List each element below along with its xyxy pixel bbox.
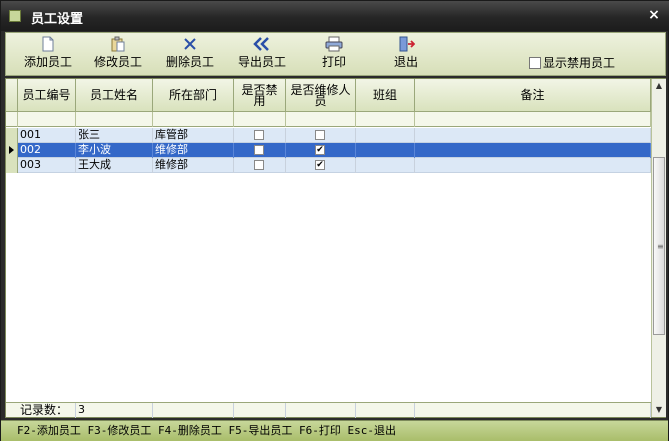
cell-note[interactable]	[415, 143, 651, 158]
current-row-arrow-icon	[9, 146, 14, 154]
show-disabled-toggle[interactable]: 显示禁用员工	[529, 55, 615, 71]
disabled-checkbox[interactable]	[254, 160, 264, 170]
cell-department[interactable]: 维修部	[153, 158, 234, 173]
cell-is-repair[interactable]: ✔	[286, 143, 356, 158]
cell-disabled[interactable]	[234, 143, 286, 158]
cell-team[interactable]	[356, 128, 415, 143]
cell-employee-id[interactable]: 002	[18, 143, 76, 158]
employee-grid: 员工编号 员工姓名 所在部门 是否禁用 是否维修人员 班组 备注 001 张三 …	[5, 78, 666, 418]
cell-disabled[interactable]	[234, 158, 286, 173]
filter-note[interactable]	[415, 112, 651, 127]
cell-team[interactable]	[356, 158, 415, 173]
disabled-checkbox[interactable]	[254, 130, 264, 140]
grid-footer: 记录数： 3	[6, 402, 651, 418]
export-arrows-icon	[234, 36, 290, 54]
close-button[interactable]: ×	[646, 7, 662, 23]
record-count-label: 记录数：	[18, 403, 76, 418]
row-indicator[interactable]	[6, 158, 18, 173]
vertical-scrollbar[interactable]: ▲ ≡ ▼	[651, 79, 666, 417]
cell-employee-id[interactable]: 001	[18, 128, 76, 143]
exit-button[interactable]: 退出	[384, 36, 428, 74]
add-employee-label: 添加员工	[23, 55, 72, 69]
footer-cell	[234, 403, 286, 418]
shortcut-status-bar: F2-添加员工 F3-修改员工 F4-删除员工 F5-导出员工 F6-打印 Es…	[1, 420, 668, 441]
delete-employee-button[interactable]: 删除员工	[162, 36, 218, 74]
col-is-repair[interactable]: 是否维修人员	[286, 79, 356, 112]
employee-settings-window: 员工设置 × 添加员工 修改员工 删除员工 导出员工 打印 退出 显示禁用员工 …	[0, 0, 669, 441]
footer-cell	[153, 403, 234, 418]
col-department[interactable]: 所在部门	[153, 79, 234, 112]
grid-header: 员工编号 员工姓名 所在部门 是否禁用 是否维修人员 班组 备注	[6, 79, 651, 112]
filter-repair[interactable]	[286, 112, 356, 127]
footer-cell	[415, 403, 651, 418]
edit-clipboard-icon	[90, 36, 146, 54]
window-title: 员工设置	[31, 12, 84, 27]
filter-dept[interactable]	[153, 112, 234, 127]
export-employee-label: 导出员工	[237, 55, 286, 69]
filter-row[interactable]	[6, 112, 651, 127]
footer-cell	[356, 403, 415, 418]
app-icon	[9, 10, 21, 22]
cell-note[interactable]	[415, 128, 651, 143]
cell-note[interactable]	[415, 158, 651, 173]
col-employee-id[interactable]: 员工编号	[18, 79, 76, 112]
repair-checkbox[interactable]	[315, 130, 325, 140]
scroll-up-icon[interactable]: ▲	[652, 79, 666, 93]
cell-is-repair[interactable]: ✔	[286, 158, 356, 173]
table-row[interactable]: 001 张三 库管部	[6, 128, 651, 143]
table-row-selected[interactable]: 002 李小波 维修部 ✔	[6, 143, 651, 158]
col-disabled[interactable]: 是否禁用	[234, 79, 286, 112]
filter-name[interactable]	[76, 112, 153, 127]
printer-icon	[312, 36, 356, 54]
footer-cell	[286, 403, 356, 418]
cell-is-repair[interactable]	[286, 128, 356, 143]
col-team[interactable]: 班组	[356, 79, 415, 112]
row-indicator[interactable]	[6, 143, 18, 158]
filter-team[interactable]	[356, 112, 415, 127]
add-employee-button[interactable]: 添加员工	[20, 36, 76, 74]
print-label: 打印	[321, 55, 346, 69]
title-bar[interactable]: 员工设置 ×	[1, 1, 669, 31]
exit-door-icon	[384, 36, 428, 54]
scroll-down-icon[interactable]: ▼	[652, 403, 666, 417]
export-employee-button[interactable]: 导出员工	[234, 36, 290, 74]
filter-id[interactable]	[18, 112, 76, 127]
show-disabled-checkbox[interactable]	[529, 57, 541, 69]
cell-team[interactable]	[356, 143, 415, 158]
cell-department[interactable]: 库管部	[153, 128, 234, 143]
col-note[interactable]: 备注	[415, 79, 651, 112]
filter-disabled[interactable]	[234, 112, 286, 127]
grip-icon: ≡	[657, 242, 664, 251]
cell-disabled[interactable]	[234, 128, 286, 143]
print-button[interactable]: 打印	[312, 36, 356, 74]
edit-employee-button[interactable]: 修改员工	[90, 36, 146, 74]
show-disabled-label: 显示禁用员工	[543, 56, 616, 70]
header-indicator	[6, 79, 18, 112]
row-indicator[interactable]	[6, 128, 18, 143]
toolbar: 添加员工 修改员工 删除员工 导出员工 打印 退出 显示禁用员工	[5, 32, 666, 76]
cell-employee-id[interactable]: 003	[18, 158, 76, 173]
cell-employee-name[interactable]: 张三	[76, 128, 153, 143]
exit-label: 退出	[393, 55, 418, 69]
col-employee-name[interactable]: 员工姓名	[76, 79, 153, 112]
disabled-checkbox[interactable]	[254, 145, 264, 155]
repair-checkbox-checked[interactable]: ✔	[315, 145, 325, 155]
record-count-value: 3	[76, 403, 153, 418]
cell-employee-name[interactable]: 王大成	[76, 158, 153, 173]
filter-indicator	[6, 112, 18, 127]
cell-department[interactable]: 维修部	[153, 143, 234, 158]
cell-employee-name[interactable]: 李小波	[76, 143, 153, 158]
table-row[interactable]: 003 王大成 维修部 ✔	[6, 158, 651, 173]
scroll-thumb[interactable]: ≡	[653, 157, 665, 335]
delete-employee-label: 删除员工	[165, 55, 214, 69]
repair-checkbox-checked[interactable]: ✔	[315, 160, 325, 170]
edit-employee-label: 修改员工	[93, 55, 142, 69]
delete-x-icon	[162, 36, 218, 54]
new-document-icon	[20, 36, 76, 54]
